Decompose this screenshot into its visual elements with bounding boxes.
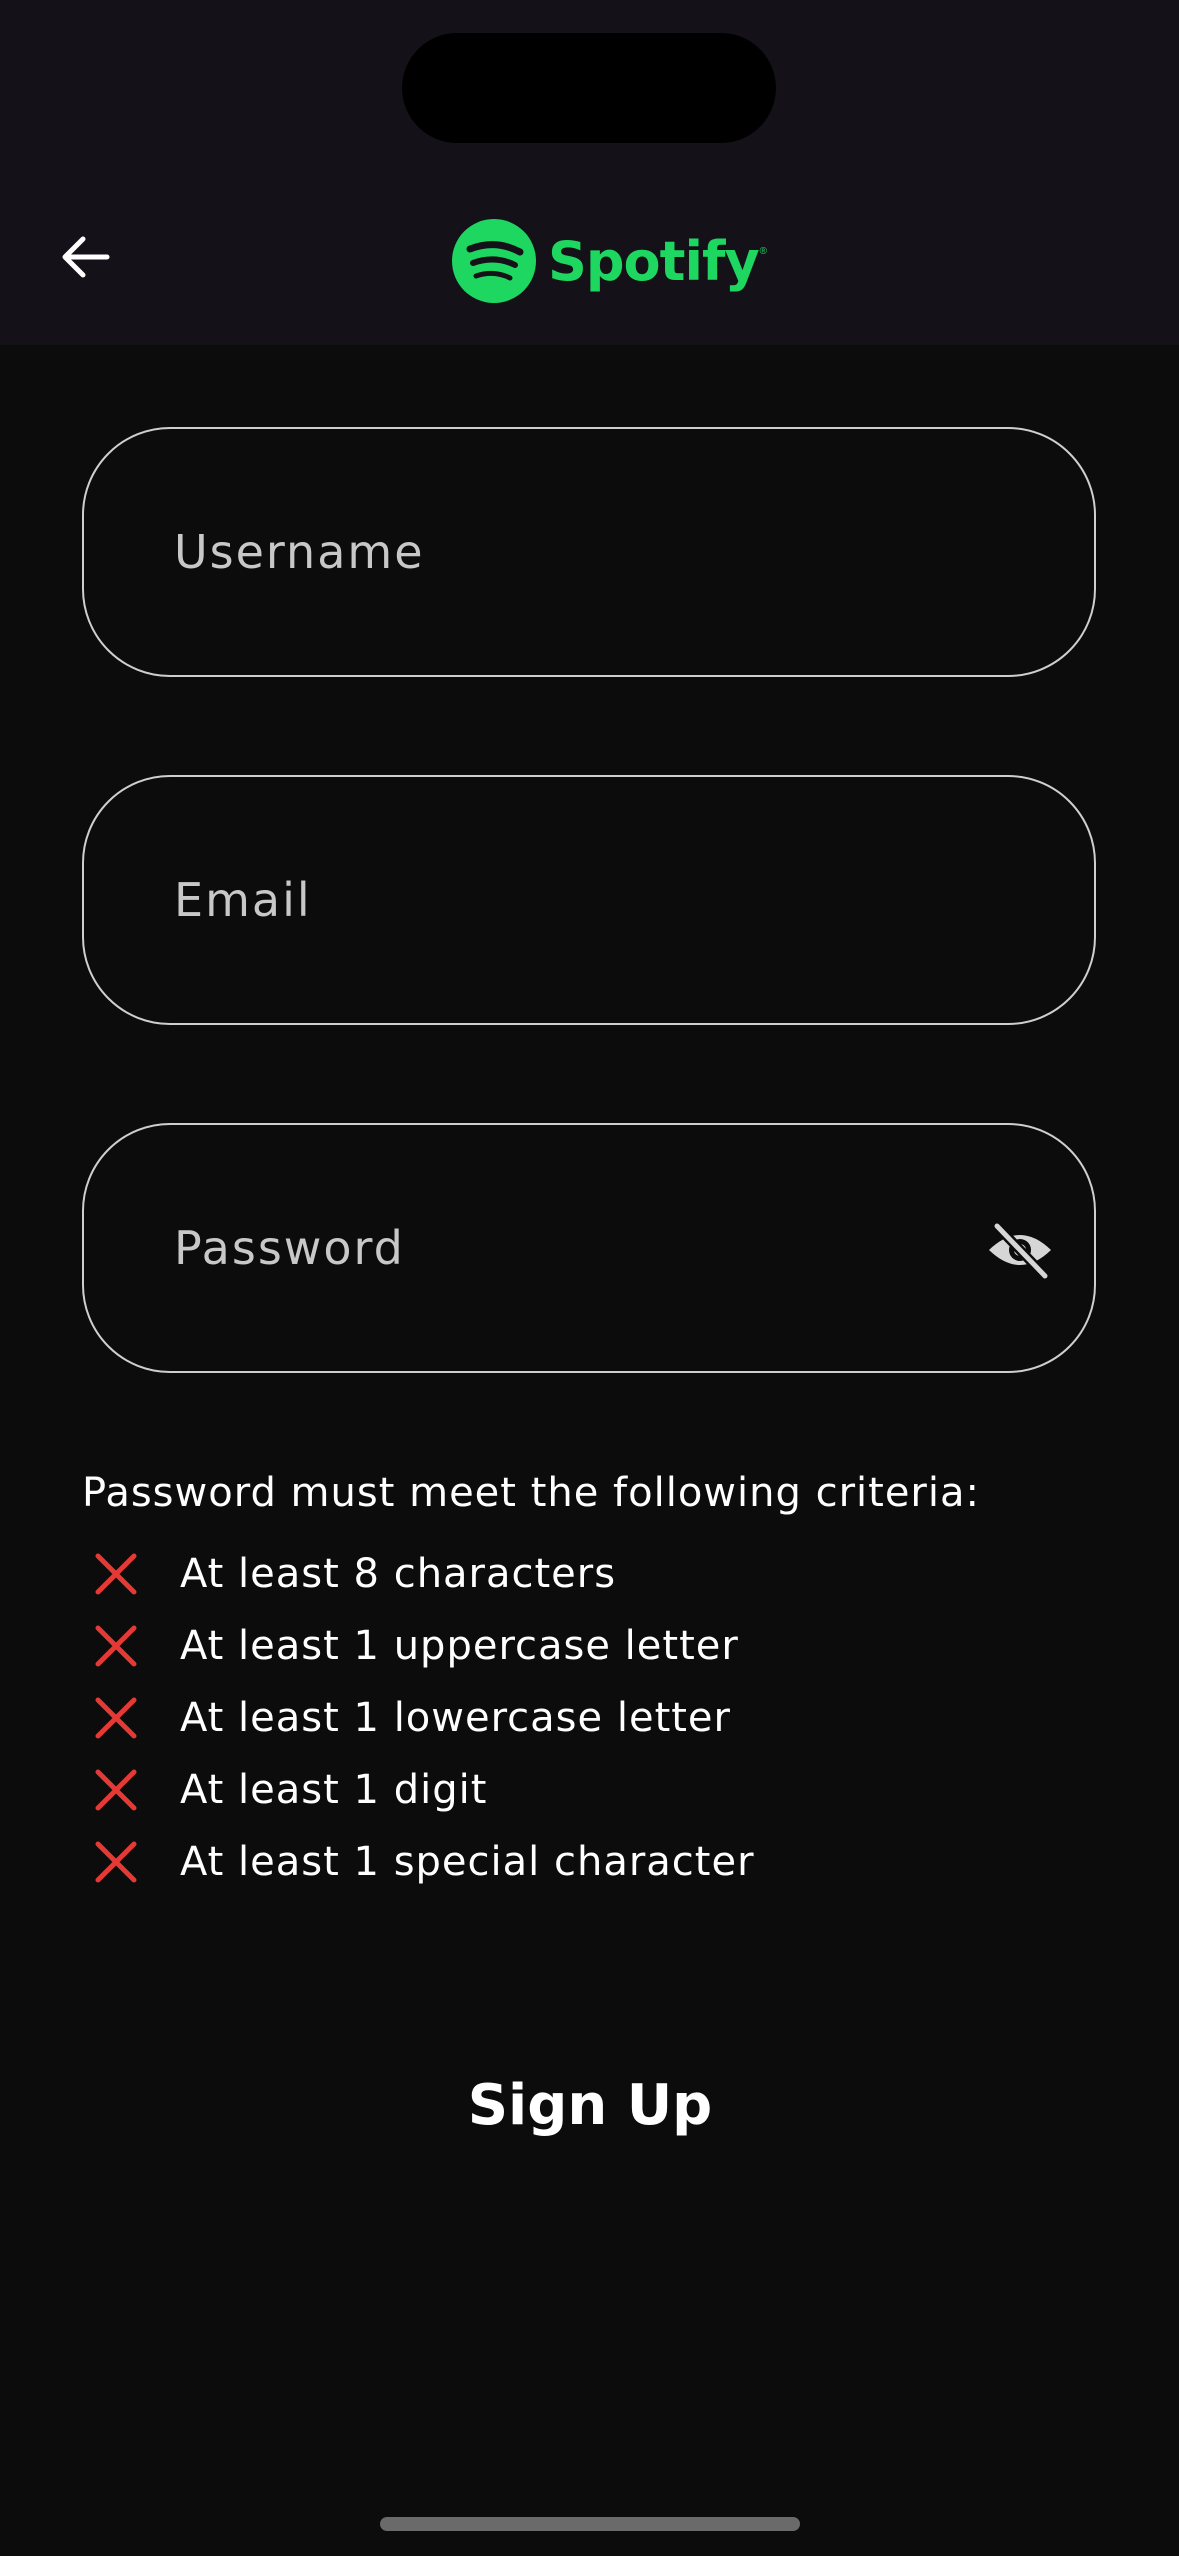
arrow-left-icon xyxy=(62,236,110,278)
cross-icon xyxy=(92,1766,140,1814)
logo-registered-mark: ® xyxy=(759,246,768,257)
criteria-item: At least 8 characters xyxy=(92,1538,755,1610)
sign-up-button[interactable]: Sign Up xyxy=(340,2055,840,2155)
toggle-password-visibility-button[interactable] xyxy=(980,1210,1060,1290)
cross-icon xyxy=(92,1694,140,1742)
email-input[interactable] xyxy=(174,777,954,1023)
home-indicator[interactable] xyxy=(380,2517,800,2531)
criteria-item: At least 1 uppercase letter xyxy=(92,1610,755,1682)
cross-icon xyxy=(92,1622,140,1670)
password-criteria-title: Password must meet the following criteri… xyxy=(82,1470,980,1516)
criteria-item: At least 1 lowercase letter xyxy=(92,1682,755,1754)
criteria-label: At least 1 lowercase letter xyxy=(180,1695,731,1741)
spotify-logo: Spotify ® xyxy=(452,218,767,304)
cross-icon xyxy=(92,1838,140,1886)
cross-icon xyxy=(92,1550,140,1598)
username-field[interactable] xyxy=(82,427,1096,677)
criteria-item: At least 1 special character xyxy=(92,1826,755,1898)
criteria-label: At least 1 uppercase letter xyxy=(180,1623,739,1669)
email-field[interactable] xyxy=(82,775,1096,1025)
logo-text: Spotify xyxy=(548,229,760,293)
dynamic-island xyxy=(402,33,776,143)
app-header: Spotify ® xyxy=(0,0,1179,345)
criteria-label: At least 8 characters xyxy=(180,1551,617,1597)
password-input[interactable] xyxy=(174,1125,954,1371)
back-button[interactable] xyxy=(50,222,120,292)
password-field[interactable] xyxy=(82,1123,1096,1373)
password-criteria-list: At least 8 characters At least 1 upperca… xyxy=(92,1538,755,1898)
criteria-item: At least 1 digit xyxy=(92,1754,755,1826)
spotify-icon xyxy=(452,219,536,303)
username-input[interactable] xyxy=(174,429,954,675)
criteria-label: At least 1 special character xyxy=(180,1839,755,1885)
criteria-label: At least 1 digit xyxy=(180,1767,488,1813)
eye-off-icon xyxy=(989,1221,1051,1280)
